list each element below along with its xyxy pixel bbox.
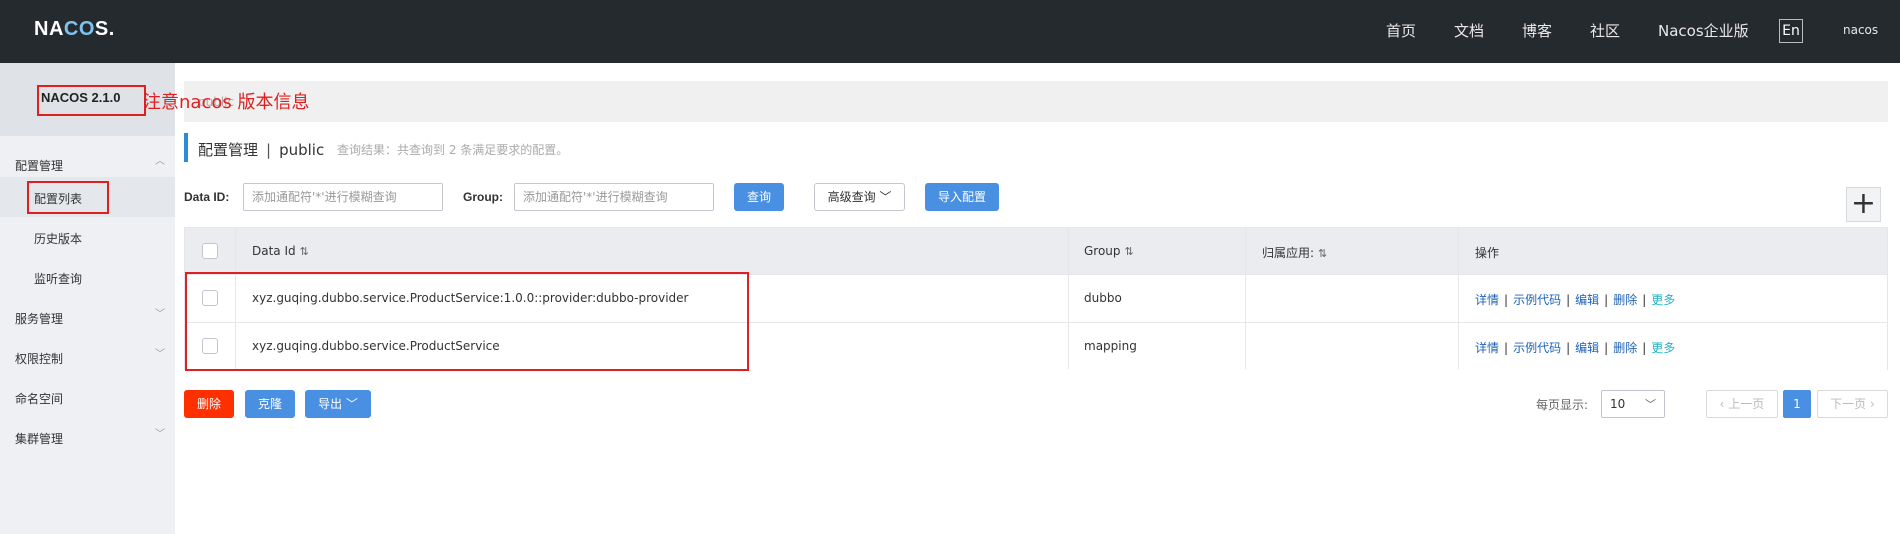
chevron-down-icon: ﹀ [155, 309, 165, 320]
column-header-app[interactable]: 归属应用: ⇅ [1262, 244, 1327, 261]
column-divider [1068, 228, 1069, 369]
page-title: 配置管理 | public [198, 141, 325, 159]
top-navbar: NACOS. 首页 文档 博客 社区 Nacos企业版 En nacos [0, 0, 1900, 63]
column-divider [1458, 228, 1459, 369]
sort-icon: ⇅ [299, 245, 309, 258]
nav-blog[interactable]: 博客 [1522, 20, 1552, 41]
namespace-name: public [279, 141, 325, 159]
chevron-down-icon: ﹀ [879, 190, 892, 204]
sort-icon: ⇅ [1124, 245, 1134, 258]
nav-home[interactable]: 首页 [1386, 20, 1416, 41]
group-cell: mapping [1084, 339, 1137, 353]
annotation-box-rows [185, 272, 749, 371]
sample-code-link[interactable]: 示例代码 [1513, 293, 1561, 307]
detail-link[interactable]: 详情 [1475, 293, 1499, 307]
annotation-box-config-list [27, 181, 109, 214]
table-header: Data Id ⇅ Group ⇅ 归属应用: ⇅ 操作 [185, 228, 1887, 274]
page-size-label: 每页显示: [1536, 398, 1589, 412]
namespace-banner [184, 81, 1888, 122]
current-page-button[interactable]: 1 [1783, 390, 1811, 418]
more-link[interactable]: 更多 [1651, 293, 1675, 307]
chevron-down-icon: ﹀ [155, 429, 165, 440]
group-label: Group: [463, 190, 503, 204]
group-input[interactable] [514, 183, 714, 211]
title-accent-bar [184, 133, 188, 162]
edit-link[interactable]: 编辑 [1575, 293, 1599, 307]
delete-link[interactable]: 删除 [1613, 341, 1637, 355]
group-cell: dubbo [1084, 291, 1122, 305]
language-toggle-button[interactable]: En [1779, 19, 1803, 43]
page-size-select[interactable]: 10 ﹀ [1601, 390, 1665, 418]
sidebar-item-cluster-management[interactable]: 集群管理 ﹀ [0, 417, 175, 457]
result-info: 查询结果：共查询到 2 条满足要求的配置。 [337, 143, 569, 157]
data-id-label: Data ID: [184, 190, 230, 204]
sort-icon: ⇅ [1318, 247, 1328, 260]
select-all-checkbox[interactable] [202, 243, 218, 259]
sidebar-item-namespace[interactable]: 命名空间 [0, 377, 175, 417]
column-divider [1245, 228, 1246, 369]
prev-page-button[interactable]: ‹ 上一页 [1706, 390, 1778, 418]
sidebar-item-access-control[interactable]: 权限控制 ﹀ [0, 337, 175, 377]
nacos-logo[interactable]: NACOS. [34, 18, 115, 41]
more-link[interactable]: 更多 [1651, 341, 1675, 355]
column-header-group[interactable]: Group ⇅ [1084, 244, 1134, 258]
sidebar-item-service-management[interactable]: 服务管理 ﹀ [0, 297, 175, 337]
sidebar: NACOS 2.1.0 配置管理 ︿ 配置列表 历史版本 监听查询 服务管理 ﹀… [0, 63, 175, 534]
nav-docs[interactable]: 文档 [1454, 20, 1484, 41]
sidebar-item-listener-query[interactable]: 监听查询 [0, 257, 175, 297]
bulk-delete-button[interactable]: 删除 [184, 390, 234, 418]
search-button[interactable]: 查询 [734, 183, 784, 211]
user-menu[interactable]: nacos [1843, 23, 1878, 37]
detail-link[interactable]: 详情 [1475, 341, 1499, 355]
delete-link[interactable]: 删除 [1613, 293, 1637, 307]
nav-community[interactable]: 社区 [1590, 20, 1620, 41]
annotation-box-version [37, 85, 146, 116]
row-actions: 详情 | 示例代码 | 编辑 | 删除 | 更多 [1475, 341, 1676, 355]
chevron-down-icon: ﹀ [345, 397, 358, 411]
nav-enterprise[interactable]: Nacos企业版 [1658, 20, 1749, 41]
advanced-search-button[interactable]: 高级查询 ﹀ [814, 183, 905, 211]
sidebar-item-history[interactable]: 历史版本 [0, 217, 175, 257]
sample-code-link[interactable]: 示例代码 [1513, 341, 1561, 355]
import-config-button[interactable]: 导入配置 [925, 183, 999, 211]
column-header-ops: 操作 [1475, 246, 1500, 260]
edit-link[interactable]: 编辑 [1575, 341, 1599, 355]
next-page-button[interactable]: 下一页 › [1817, 390, 1888, 418]
bulk-clone-button[interactable]: 克隆 [245, 390, 295, 418]
row-actions: 详情 | 示例代码 | 编辑 | 删除 | 更多 [1475, 293, 1676, 307]
add-config-button[interactable]: + [1846, 187, 1881, 222]
chevron-up-icon: ︿ [155, 156, 165, 167]
chevron-down-icon: ﹀ [1645, 398, 1656, 411]
bulk-export-button[interactable]: 导出 ﹀ [305, 390, 371, 418]
column-header-data-id[interactable]: Data Id ⇅ [252, 244, 309, 258]
chevron-down-icon: ﹀ [155, 349, 165, 360]
annotation-text: 注意nacos 版本信息 [143, 92, 310, 113]
data-id-input[interactable] [243, 183, 443, 211]
